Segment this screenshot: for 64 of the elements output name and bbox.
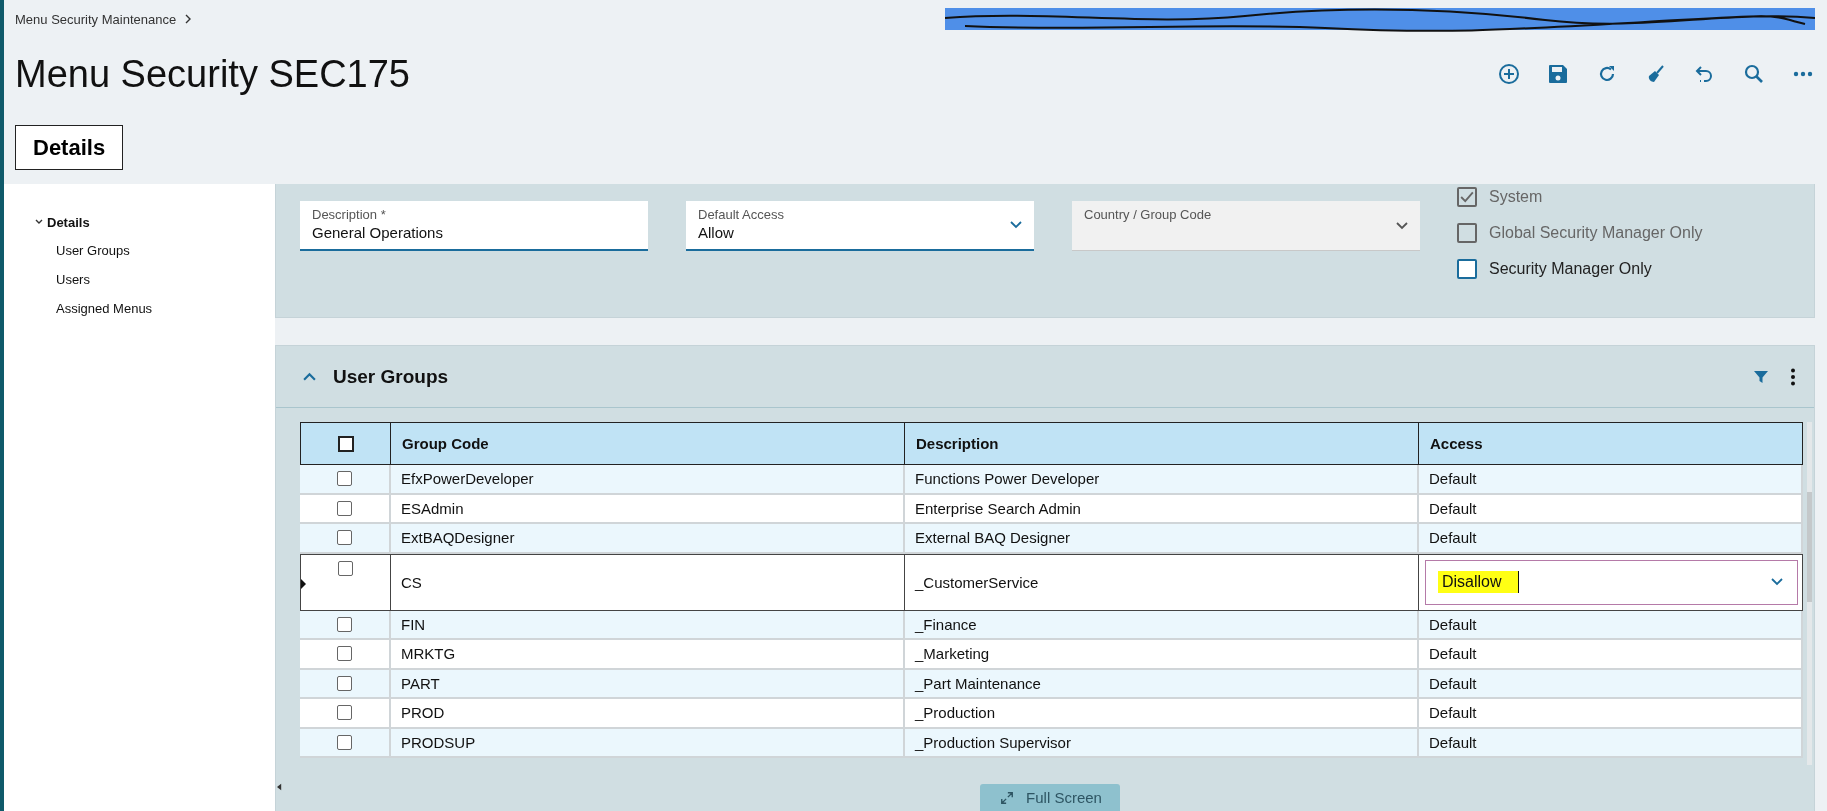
more-icon[interactable] — [1790, 367, 1796, 386]
chevron-down-icon[interactable] — [1771, 578, 1783, 586]
field-value: Allow — [698, 224, 735, 241]
chevron-right-icon — [184, 13, 193, 25]
field-value: General Operations — [312, 224, 443, 241]
full-screen-button[interactable]: Full Screen — [980, 784, 1120, 811]
table-cell: _Production Supervisor — [905, 728, 1419, 758]
field-label: Description * — [312, 207, 387, 222]
checkbox[interactable] — [337, 471, 352, 487]
chevron-icon[interactable] — [35, 218, 43, 226]
table-cell: Functions Power Developer — [905, 465, 1419, 495]
table-cell: _CustomerService — [905, 553, 1419, 611]
checkbox[interactable] — [337, 616, 352, 632]
checkbox[interactable] — [1457, 259, 1477, 279]
sidebar-item[interactable]: User Groups — [4, 236, 275, 265]
table-cell: External BAQ Designer — [905, 524, 1419, 554]
checkbox-label: Security Manager Only — [1489, 260, 1652, 278]
checkbox[interactable] — [337, 435, 354, 452]
filter-icon[interactable] — [1754, 369, 1768, 384]
scrollbar[interactable] — [1807, 422, 1812, 765]
checkbox[interactable] — [337, 646, 352, 662]
table-cell: Default — [1419, 610, 1803, 640]
column-header[interactable]: Access — [1419, 422, 1803, 465]
checkbox[interactable] — [337, 705, 352, 721]
table-cell: ExtBAQDesigner — [391, 524, 905, 554]
table-cell: Default — [1419, 728, 1803, 758]
checkbox[interactable] — [337, 675, 352, 691]
table-cell: Default — [1419, 465, 1803, 495]
field-label: Default Access — [698, 207, 784, 222]
section-title: User Groups — [333, 365, 449, 388]
check-icon — [1460, 191, 1474, 203]
table-cell: _Finance — [905, 610, 1419, 640]
checkbox[interactable] — [337, 734, 352, 750]
table-cell: _Part Maintenance — [905, 669, 1419, 699]
table-cell: Default — [1419, 669, 1803, 699]
add-icon[interactable] — [1497, 62, 1521, 86]
table-cell: EfxPowerDeveloper — [391, 465, 905, 495]
chevron-down-icon[interactable] — [1010, 221, 1022, 229]
table-cell: PART — [391, 669, 905, 699]
table-cell: Default — [1419, 524, 1803, 554]
expand-icon — [1000, 790, 1015, 805]
checkbox[interactable] — [337, 530, 352, 546]
checkbox-label: System — [1489, 188, 1543, 206]
table-cell: CS — [391, 553, 905, 611]
dropdown-field[interactable]: Disallow — [1425, 559, 1798, 605]
input-field[interactable]: Description * General Operations — [300, 201, 648, 251]
save-icon[interactable] — [1546, 62, 1570, 86]
checkbox-label: Global Security Manager Only — [1489, 224, 1703, 242]
table-cell: FIN — [391, 610, 905, 640]
breadcrumb-link[interactable]: Menu Security Maintenance — [15, 11, 177, 27]
field-value: Disallow — [1438, 571, 1519, 593]
checkbox[interactable] — [337, 500, 352, 516]
table-cell: PRODSUP — [391, 728, 905, 758]
dropdown-field[interactable]: Default Access Allow — [686, 201, 1034, 251]
field-label: Country / Group Code — [1084, 207, 1212, 222]
checkbox[interactable] — [338, 560, 353, 576]
sidebar-item[interactable]: Assigned Menus — [4, 294, 275, 323]
page-title: Menu Security SEC175 — [15, 52, 410, 96]
row-indicator-icon — [301, 578, 306, 589]
details-button[interactable]: Details — [15, 125, 124, 170]
column-header[interactable]: Description — [905, 422, 1419, 465]
sidebar-item[interactable]: Users — [4, 265, 275, 294]
sidebar-item[interactable]: Details — [4, 208, 275, 236]
column-header[interactable]: Group Code — [391, 422, 905, 465]
